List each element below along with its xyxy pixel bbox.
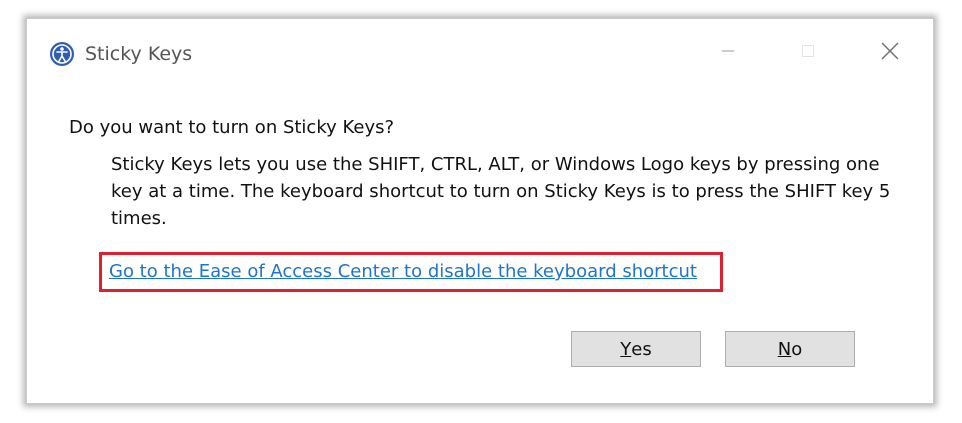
no-label-rest: o (791, 338, 803, 360)
dialog-question: Do you want to turn on Sticky Keys? (69, 117, 395, 138)
dialog-description: Sticky Keys lets you use the SHIFT, CTRL… (111, 154, 891, 229)
yes-access-key: Y (620, 338, 632, 360)
minimize-icon (720, 43, 736, 63)
minimize-button[interactable] (705, 33, 751, 73)
window-title: Sticky Keys (85, 43, 193, 65)
close-icon (880, 41, 900, 65)
title-bar: Sticky Keys (27, 19, 933, 85)
ease-of-access-link[interactable]: Go to the Ease of Access Center to disab… (109, 259, 697, 285)
yes-button[interactable]: Yes (571, 331, 701, 367)
ease-of-access-icon (49, 41, 75, 67)
yes-label-rest: es (631, 338, 652, 360)
no-button[interactable]: No (725, 331, 855, 367)
close-button[interactable] (867, 33, 913, 73)
screenshot-frame: Sticky Keys Do you want to turn on Stick… (0, 0, 962, 423)
maximize-button (785, 33, 831, 73)
sticky-keys-dialog: Sticky Keys Do you want to turn on Stick… (26, 18, 934, 404)
no-access-key: N (777, 338, 792, 360)
maximize-icon (800, 43, 816, 63)
